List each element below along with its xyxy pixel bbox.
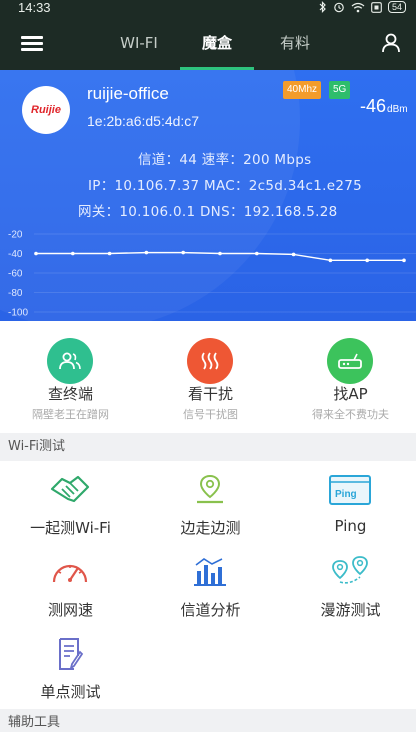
signal-data-point [291,252,296,257]
wifi-test-section-title: Wi-Fi测试 [0,433,416,461]
tab-youliao[interactable]: 有料 [256,16,334,70]
channel-analysis-label: 信道分析 [180,601,241,619]
wifi-status-icon [351,2,365,12]
joint-wifi-test-label: 一起测Wi-Fi [30,519,111,537]
ssid: ruijie-office [87,84,169,103]
signal-value: -46 [360,96,387,116]
check-clients-subtitle: 隔壁老王在蹭网 [32,408,109,421]
ping-window-icon: Ping [328,472,372,508]
alarm-icon [334,2,344,13]
document-edit-icon [48,636,92,672]
battery-indicator: 54 [387,1,406,13]
aux-tools-section-title: 辅助工具 [0,709,416,732]
roaming-icon [328,554,372,590]
hamburger-line [21,48,43,51]
signal-data-point [218,251,222,256]
channel-rate-line: 信道：44 速率：200 Mbps [138,152,312,168]
clients-icon [47,338,93,384]
y-tick-label: -20 [8,230,23,241]
signal-data-point [328,258,333,263]
find-ap-title: 找AP [333,385,368,403]
hamburger-icon [21,36,43,39]
find-ap-button[interactable]: 找AP 得来全不费功夫 [281,321,416,433]
y-tick-label: -40 [8,249,23,260]
view-interference-subtitle: 信号干扰图 [183,408,238,421]
check-clients-button[interactable]: 查终端 隔壁老王在蹭网 [1,321,140,433]
status-bar: 14:33 54 [0,0,416,16]
ping-label: Ping [334,517,367,535]
handshake-icon [48,472,92,508]
wifi-info-card: Ruijie ruijie-office 1e:2b:a6:d5:4d:c7 4… [0,70,416,321]
view-interference-button[interactable]: 看干扰 信号干扰图 [141,321,280,433]
channel-width-badge: 40Mhz [283,81,322,99]
bluetooth-icon [319,1,326,13]
clock: 14:33 [18,0,51,15]
wifi-test-tools: 一起测Wi-Fi 边走边测 Ping Ping 测网速 信道分析 漫游测试 单点… [0,461,416,704]
signal-data-point [365,258,370,263]
quick-actions: 查终端 隔壁老王在蹭网 看干扰 信号干扰图 找AP 得来全不费功夫 [0,321,416,433]
y-tick-label: -60 [8,269,23,280]
location-pin-icon [188,472,232,508]
signal-data-point [402,258,406,263]
speedometer-icon [48,554,92,590]
single-point-test-button[interactable]: 单点测试 [1,625,140,707]
menu-button[interactable] [20,33,46,53]
speed-test-button[interactable]: 测网速 [1,543,140,625]
bssid: 1e:2b:a6:d5:4d:c7 [87,113,200,129]
joint-wifi-test-button[interactable]: 一起测Wi-Fi [1,461,140,543]
ping-icon-text: Ping [335,489,357,500]
walk-test-button[interactable]: 边走边测 [141,461,280,543]
signal-data-point [144,250,149,255]
signal-data-point [34,251,38,256]
top-nav: WI-FI 魔盒 有料 [0,16,416,70]
speed-test-label: 测网速 [47,601,93,619]
router-icon [327,338,373,384]
roaming-test-button[interactable]: 漫游测试 [281,543,416,625]
nav-tabs: WI-FI 魔盒 有料 [100,16,334,70]
bar-chart-icon [188,554,232,590]
signal-strength: -46dBm [360,96,408,117]
check-clients-title: 查终端 [47,385,93,403]
walk-test-label: 边走边测 [180,519,241,537]
single-point-test-label: 单点测试 [40,683,101,701]
vendor-logo-text: Ruijie [31,104,61,116]
channel-analysis-button[interactable]: 信道分析 [141,543,280,625]
user-button[interactable] [380,32,402,54]
interference-icon [187,338,233,384]
gateway-dns-line: 网关：10.106.0.1 DNS：192.168.5.28 [78,204,338,220]
roaming-test-label: 漫游测试 [320,601,381,619]
signal-data-point [254,251,259,256]
sim-icon [371,1,382,13]
find-ap-subtitle: 得来全不费功夫 [312,408,389,421]
band-badge: 5G [329,81,351,99]
y-tick-label: -80 [8,288,23,299]
tab-mohe[interactable]: 魔盒 [178,16,256,70]
signal-data-point [107,251,112,256]
view-interference-title: 看干扰 [187,385,233,403]
signal-unit: dBm [387,104,408,115]
signal-history-chart: -20 -40 -60 -80 -100 [8,230,416,319]
ip-mac-line: IP：10.106.7.37 MAC：2c5d.34c1.e275 [88,178,362,194]
vendor-logo: Ruijie [22,86,70,134]
system-icons: 54 [319,1,406,13]
user-icon [382,33,400,53]
hamburger-line [21,42,43,45]
y-tick-label: -100 [8,308,28,319]
ping-button[interactable]: Ping Ping [281,461,416,543]
tab-wifi[interactable]: WI-FI [100,16,178,70]
signal-data-point [71,251,75,256]
signal-data-point [181,250,185,255]
